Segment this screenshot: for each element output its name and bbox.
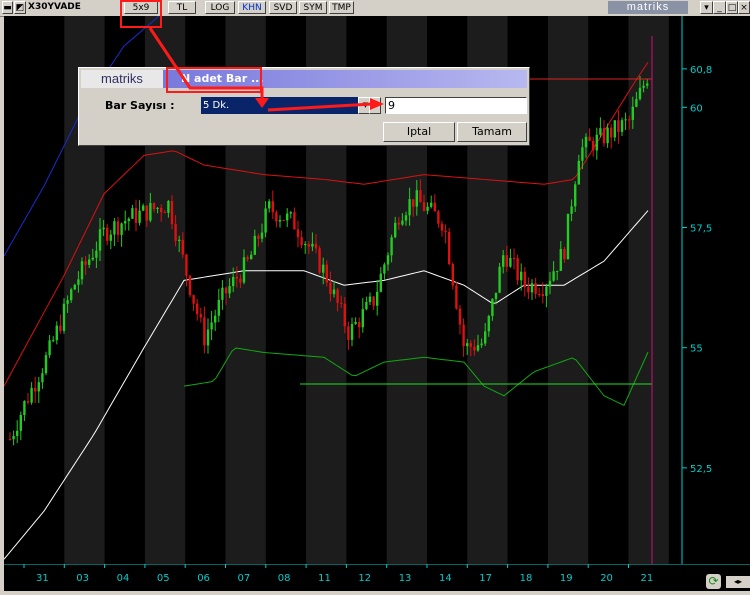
arrow-1: [148, 27, 264, 100]
arrow-1-head: [255, 98, 269, 108]
annotation-arrows: [148, 27, 384, 112]
arrow-2-head: [370, 98, 384, 110]
arrow-2: [267, 102, 373, 112]
